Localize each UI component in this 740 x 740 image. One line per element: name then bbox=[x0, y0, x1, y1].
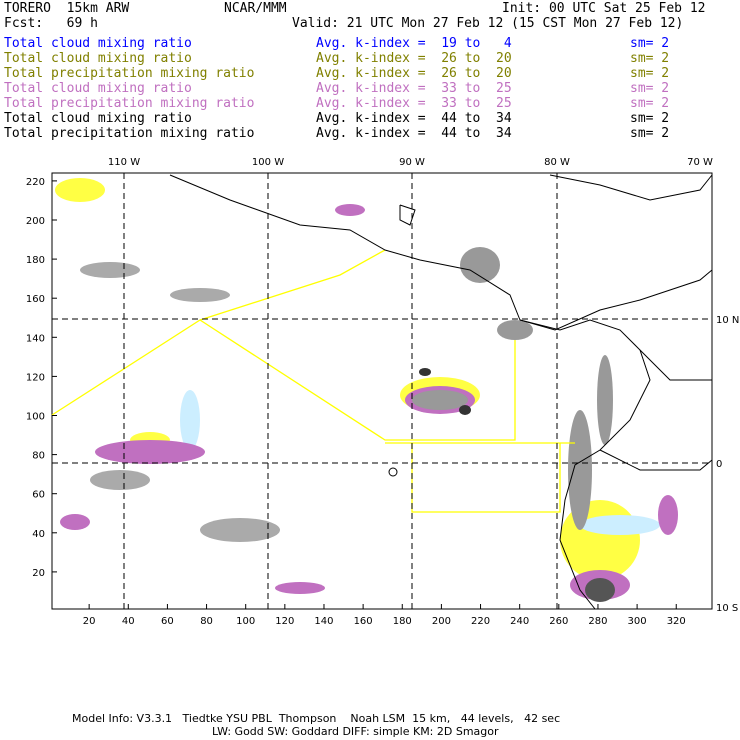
x-tick-label: 260 bbox=[549, 616, 568, 627]
x-tick-label: 200 bbox=[432, 616, 451, 627]
x-tick-label: 160 bbox=[354, 616, 373, 627]
y-tick-label: 120 bbox=[26, 372, 45, 383]
longitude-label: 90 W bbox=[399, 157, 425, 168]
model-info-line2: LW: Godd SW: Goddard DIFF: simple KM: 2D… bbox=[212, 725, 499, 738]
map-plot: 20 40 60 80 100 120 140 160 180 200 220 240 260 280 30… bbox=[26, 157, 739, 627]
x-tick-label: 320 bbox=[667, 616, 686, 627]
y-tick-label: 60 bbox=[32, 490, 45, 501]
longitude-label: 80 W bbox=[544, 157, 570, 168]
y-tick-label: 180 bbox=[26, 255, 45, 266]
x-tick-label: 40 bbox=[122, 616, 135, 627]
y-tick-label: 40 bbox=[32, 529, 45, 540]
y-tick-label: 200 bbox=[26, 216, 45, 227]
longitude-label: 110 W bbox=[108, 157, 140, 168]
longitude-label: 100 W bbox=[252, 157, 284, 168]
y-tick-label: 20 bbox=[32, 568, 45, 579]
y-tick-label: 80 bbox=[32, 451, 45, 462]
x-tick-label: 240 bbox=[510, 616, 529, 627]
latitude-label: 0 bbox=[716, 459, 722, 470]
latitude-label: 10 N bbox=[716, 315, 739, 326]
x-tick-label: 180 bbox=[393, 616, 412, 627]
x-tick-label: 120 bbox=[275, 616, 294, 627]
x-tick-label: 220 bbox=[471, 616, 490, 627]
y-tick-label: 160 bbox=[26, 294, 45, 305]
x-tick-label: 80 bbox=[200, 616, 213, 627]
x-tick-label: 280 bbox=[588, 616, 607, 627]
y-tick-label: 140 bbox=[26, 333, 45, 344]
y-tick-label: 220 bbox=[26, 177, 45, 188]
purple-cloud bbox=[95, 440, 205, 464]
model-info-line1: Model Info: V3.3.1 Tiedtke YSU PBL Thomp… bbox=[72, 712, 561, 725]
latitude-label: 10 S bbox=[716, 603, 738, 614]
x-tick-label: 60 bbox=[161, 616, 174, 627]
x-tick-label: 140 bbox=[314, 616, 333, 627]
yellow-cloud bbox=[55, 178, 105, 202]
x-tick-label: 300 bbox=[628, 616, 647, 627]
x-tick-label: 20 bbox=[83, 616, 96, 627]
longitude-label: 70 W bbox=[687, 157, 713, 168]
y-tick-label: 100 bbox=[26, 412, 45, 423]
gray-cloud bbox=[412, 390, 468, 410]
x-tick-label: 100 bbox=[236, 616, 255, 627]
